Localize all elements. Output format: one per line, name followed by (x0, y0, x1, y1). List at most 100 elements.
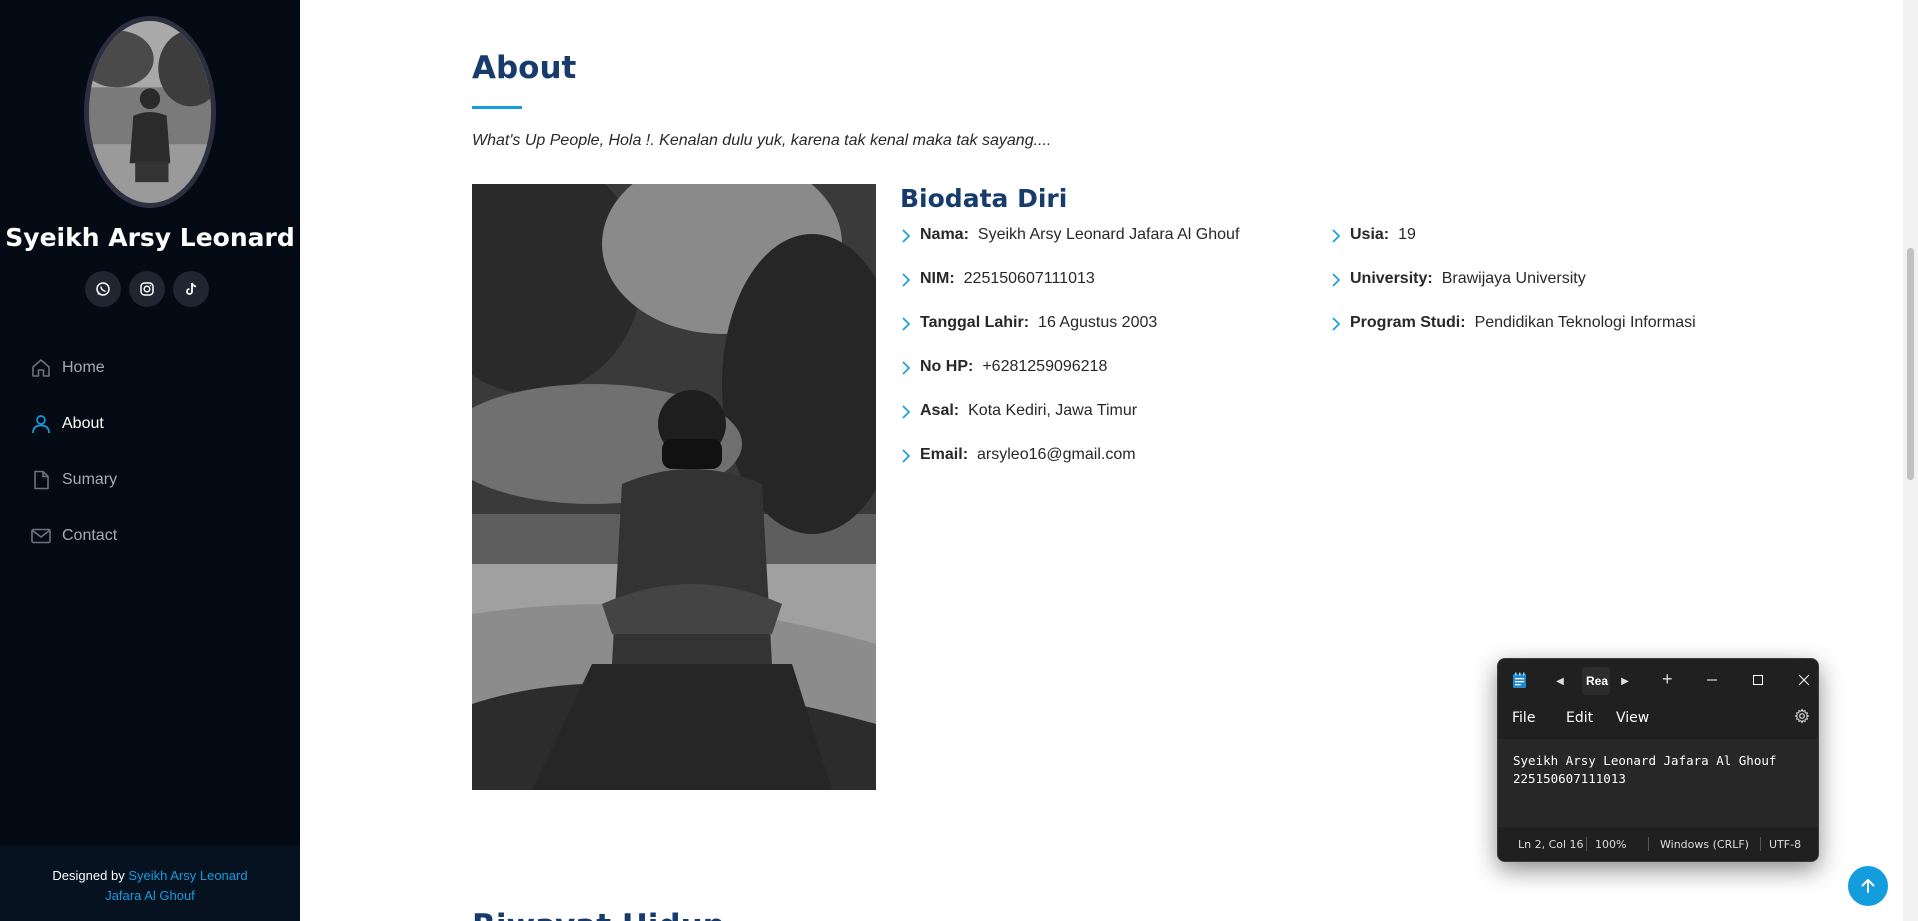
biodata-title: Biodata Diri (900, 184, 1068, 213)
footer-author-link[interactable]: Syeikh Arsy Leonard (128, 868, 247, 883)
biodata-value: 19 (1398, 226, 1416, 243)
scrollbar-thumb[interactable] (1907, 248, 1914, 480)
file-icon (34, 470, 49, 490)
nav-item-home[interactable]: Home (0, 340, 300, 396)
chevron-right-icon (902, 361, 911, 375)
biodata-row: No HP: +6281259096218 (900, 354, 1239, 398)
menu-file[interactable]: File (1512, 710, 1535, 726)
minimize-icon (1707, 679, 1717, 681)
nav-label-home: Home (62, 359, 105, 376)
biodata-value: 16 Agustus 2003 (1038, 314, 1158, 331)
whatsapp-icon (96, 282, 110, 296)
minimize-button[interactable] (1698, 666, 1726, 694)
biodata-row: Program Studi: Pendidikan Teknologi Info… (1330, 310, 1696, 354)
biodata-label: NIM: (920, 270, 955, 287)
about-intro: What's Up People, Hola !. Kenalan dulu y… (472, 132, 1052, 149)
house-icon (32, 359, 50, 377)
new-tab-button[interactable]: + (1662, 669, 1673, 690)
tab-scroll-right-button[interactable]: ▶ (1615, 671, 1635, 691)
notepad-statusbar: Ln 2, Col 16 100% Windows (CRLF) UTF-8 (1498, 827, 1818, 861)
footer-author-link-line2[interactable]: Jafara Al Ghouf (105, 888, 195, 903)
biodata-row: Nama: Syeikh Arsy Leonard Jafara Al Ghou… (900, 222, 1239, 266)
biodata-value: arsyleo16@gmail.com (977, 446, 1136, 463)
encoding: UTF-8 (1769, 838, 1802, 851)
notepad-titlebar[interactable]: ◀ Rea ▶ + (1498, 659, 1818, 703)
menu-edit[interactable]: Edit (1566, 710, 1593, 726)
chevron-right-icon (1332, 273, 1341, 287)
notepad-app-icon (1513, 672, 1526, 688)
notepad-text-area[interactable]: Syeikh Arsy Leonard Jafara Al Ghouf 2251… (1498, 739, 1818, 829)
title-underline (472, 106, 522, 109)
social-links (85, 271, 209, 307)
biodata-row: Tanggal Lahir: 16 Agustus 2003 (900, 310, 1239, 354)
biodata-row: Email: arsyleo16@gmail.com (900, 442, 1239, 486)
biodata-label: University: (1350, 270, 1433, 287)
about-photo (472, 184, 876, 790)
nav-label-sumary: Sumary (62, 471, 118, 488)
footer-prefix: Designed by (52, 868, 125, 883)
chevron-right-icon (1332, 229, 1341, 243)
cursor-position: Ln 2, Col 16 (1518, 838, 1584, 851)
biodata-value: Brawijaya University (1441, 270, 1586, 287)
notepad-tab[interactable]: Rea (1582, 667, 1610, 695)
sidebar: Syeikh Arsy Leonard Home About Sumary Co… (0, 0, 300, 921)
editor-line: Syeikh Arsy Leonard Jafara Al Ghouf (1513, 753, 1777, 768)
close-button[interactable] (1790, 666, 1818, 694)
biodata-value: +6281259096218 (982, 358, 1108, 375)
section-title: About (472, 50, 577, 86)
chevron-right-icon (902, 273, 911, 287)
line-ending: Windows (CRLF) (1660, 838, 1749, 851)
chevron-right-icon (1332, 317, 1341, 331)
biodata-row: NIM: 225150607111013 (900, 266, 1239, 310)
biodata-row: Asal: Kota Kediri, Jawa Timur (900, 398, 1239, 442)
nav-label-contact: Contact (62, 527, 118, 544)
biodata-label: Tanggal Lahir: (920, 314, 1030, 331)
nav-item-sumary[interactable]: Sumary (0, 452, 300, 508)
biodata-label: Nama: (920, 226, 969, 243)
page-scrollbar[interactable] (1903, 0, 1918, 921)
envelope-icon (31, 528, 51, 544)
nav-item-about[interactable]: About (0, 396, 300, 452)
chevron-right-icon (902, 229, 911, 243)
whatsapp-link[interactable] (85, 271, 121, 307)
arrow-up-icon (1861, 879, 1875, 893)
chevron-right-icon (902, 317, 911, 331)
settings-gear-icon[interactable] (1794, 708, 1810, 724)
nav-item-contact[interactable]: Contact (0, 508, 300, 564)
menu-view[interactable]: View (1616, 710, 1649, 726)
biodata-label: Program Studi: (1350, 314, 1466, 331)
person-icon (32, 415, 50, 434)
sidebar-nav: Home About Sumary Contact (0, 340, 300, 564)
biodata-row: Usia: 19 (1330, 222, 1696, 266)
profile-name: Syeikh Arsy Leonard (5, 223, 295, 252)
zoom-level: 100% (1595, 838, 1627, 851)
sidebar-footer: Designed by Syeikh Arsy Leonard Jafara A… (0, 846, 300, 921)
chevron-right-icon (902, 405, 911, 419)
biodata-value: 225150607111013 (963, 270, 1095, 287)
maximize-button[interactable] (1744, 666, 1772, 694)
tiktok-link[interactable] (173, 271, 209, 307)
biodata-row: University: Brawijaya University (1330, 266, 1696, 310)
close-icon (1798, 674, 1810, 686)
instagram-icon (140, 282, 154, 296)
tab-scroll-left-button[interactable]: ◀ (1550, 671, 1570, 691)
chevron-right-icon (902, 449, 911, 463)
notepad-menubar (1498, 703, 1818, 739)
biodata-left-column: Nama: Syeikh Arsy Leonard Jafara Al Ghou… (900, 222, 1239, 486)
biodata-value: Pendidikan Teknologi Informasi (1474, 314, 1696, 331)
back-to-top-button[interactable] (1848, 866, 1888, 906)
biodata-value: Syeikh Arsy Leonard Jafara Al Ghouf (977, 226, 1240, 243)
status-divider (1586, 837, 1587, 851)
profile-photo (84, 16, 216, 208)
biodata-label: No HP: (920, 358, 974, 375)
next-section-title: Riwayat Hidup (472, 908, 725, 921)
editor-line: 225150607111013 (1513, 771, 1626, 786)
notepad-window: ◀ Rea ▶ + File Edit View Syeikh Arsy Leo… (1497, 658, 1819, 862)
instagram-link[interactable] (129, 271, 165, 307)
nav-label-about: About (62, 415, 104, 432)
biodata-right-column: Usia: 19 University: Brawijaya Universit… (1330, 222, 1696, 354)
status-divider (1648, 837, 1649, 851)
biodata-label: Email: (920, 446, 969, 463)
biodata-value: Kota Kediri, Jawa Timur (968, 402, 1138, 419)
tiktok-icon (186, 282, 197, 295)
